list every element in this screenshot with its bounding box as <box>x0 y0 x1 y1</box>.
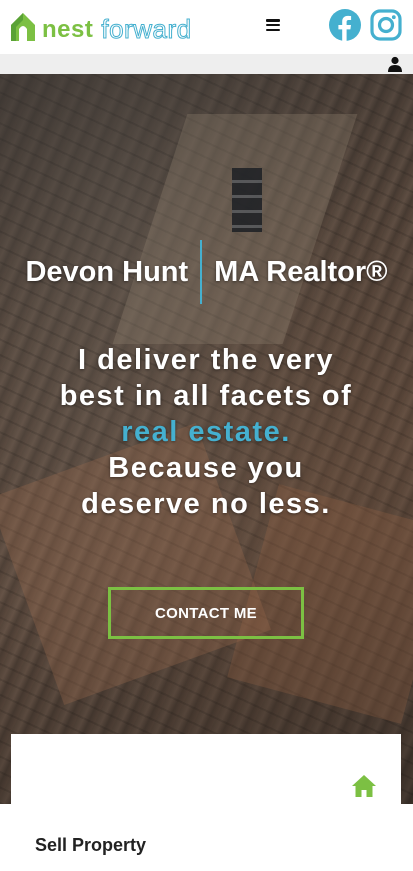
card-title: Sell Property <box>35 835 147 855</box>
facebook-icon[interactable] <box>329 9 361 41</box>
tagline-text-end: Because you deserve no less. <box>81 452 331 520</box>
instagram-icon[interactable] <box>370 9 402 41</box>
site-logo[interactable]: nest forward <box>10 10 192 44</box>
hamburger-menu-icon[interactable] <box>264 17 282 33</box>
utility-bar <box>0 54 413 74</box>
contact-me-button[interactable]: CONTACT ME <box>108 587 304 639</box>
logo-text-forward: forward <box>101 14 192 44</box>
heading-divider <box>200 240 203 304</box>
agent-title: MA Realtor® <box>214 255 388 288</box>
service-card[interactable]: Sell Property <box>11 734 401 871</box>
hero-background-solar-panels <box>232 168 262 232</box>
tagline-accent: real estate. <box>121 416 291 448</box>
site-header: nest forward <box>0 0 413 54</box>
logo-house-icon <box>11 13 35 41</box>
user-icon[interactable] <box>387 56 403 72</box>
hero-section: Devon Hunt MA Realtor® I deliver the ver… <box>0 74 413 804</box>
hero-heading: Devon Hunt MA Realtor® <box>0 240 413 304</box>
agent-name: Devon Hunt <box>25 255 189 288</box>
home-icon <box>352 775 376 797</box>
logo-text-nest: nest <box>42 16 94 43</box>
tagline-text: I deliver the very best in all facets of <box>59 344 353 412</box>
hero-tagline: I deliver the very best in all facets of… <box>56 342 356 522</box>
